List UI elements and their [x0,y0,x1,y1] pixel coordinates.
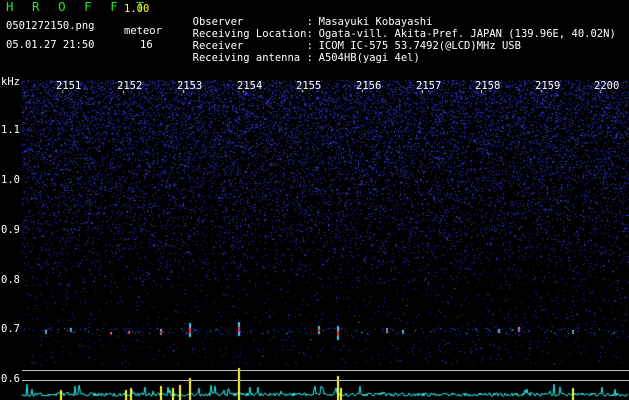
y-tick-label: 0.7 [1,323,20,335]
observation-datetime: 05.01.27 21:50 [6,39,95,51]
x-tick-label: 2156 [356,80,382,92]
y-tick-label: 0.8 [1,274,20,286]
x-tick-label: 2155 [296,80,322,92]
y-tick-label: 1.1 [1,124,20,136]
trace-reference-line [22,380,629,381]
x-tick-label: 2159 [535,80,561,92]
info-sep: : [306,52,313,64]
x-tick-label: 2153 [177,80,203,92]
trace-reference-line [22,370,629,371]
y-tick-label: 0.6 [1,373,20,385]
x-tick-label: 2154 [237,80,263,92]
meteor-label: meteor [124,25,162,37]
frequency-unit-label: kHz [1,76,20,88]
info-antenna: Receiving antenna: A504HB(yagi 4el) [180,40,420,64]
x-tick-label: 2157 [416,80,442,92]
x-tick-label: 2151 [56,80,82,92]
image-filename: 0501272150.png [6,20,95,32]
info-value: A504HB(yagi 4el) [318,52,420,64]
meteor-count: 16 [140,39,153,51]
x-tick-label: 2158 [475,80,501,92]
y-tick-label: 0.9 [1,224,20,236]
x-tick-label: 2200 [594,80,620,92]
x-tick-label: 2152 [117,80,143,92]
app-version: 1.00 [124,3,150,15]
info-key: Receiving antenna [192,52,301,64]
y-tick-label: 1.0 [1,174,20,186]
